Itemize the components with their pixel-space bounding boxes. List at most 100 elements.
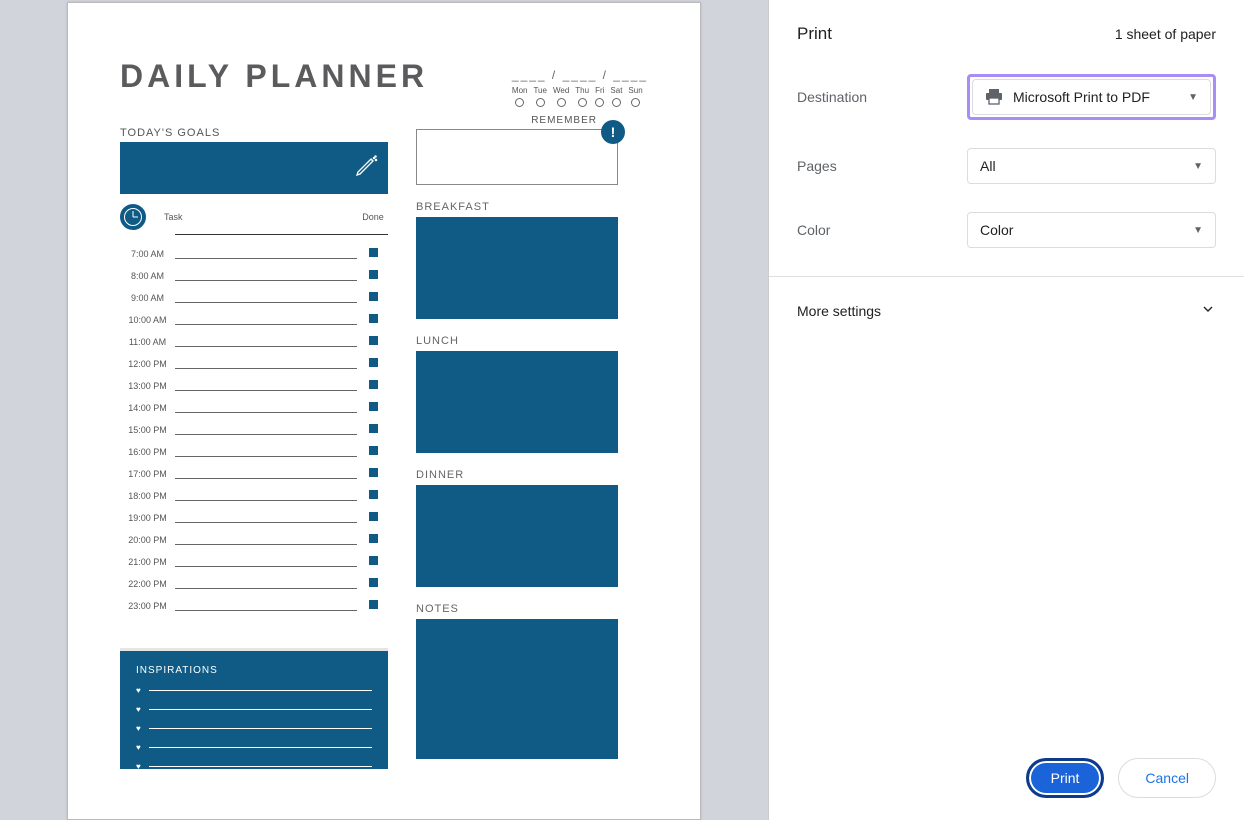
- destination-value: Microsoft Print to PDF: [1013, 89, 1150, 105]
- time-label: 14:00 PM: [120, 403, 175, 413]
- done-checkbox: [369, 380, 378, 389]
- done-checkbox: [369, 358, 378, 367]
- schedule-row: 21:00 PM: [120, 545, 388, 567]
- pages-value: All: [980, 158, 996, 174]
- schedule-row: 10:00 AM: [120, 303, 388, 325]
- task-line: [175, 311, 357, 325]
- more-settings-toggle[interactable]: More settings: [797, 301, 1216, 332]
- done-checkbox: [369, 292, 378, 301]
- schedule-row: 16:00 PM: [120, 435, 388, 457]
- done-checkbox: [369, 402, 378, 411]
- done-checkbox: [369, 512, 378, 521]
- day-label: Sat: [610, 86, 622, 95]
- task-line: [175, 377, 357, 391]
- goals-box: [120, 142, 388, 194]
- day-checkbox: [557, 98, 566, 107]
- destination-highlight: Microsoft Print to PDF ▼: [967, 74, 1216, 120]
- day-checkbox: [515, 98, 524, 107]
- time-label: 8:00 AM: [120, 271, 175, 281]
- destination-select[interactable]: Microsoft Print to PDF ▼: [972, 79, 1211, 115]
- breakfast-label: BREAKFAST: [416, 201, 618, 213]
- date-block: ____ / ____ / ____ Mon Tue Wed Thu Fri S…: [512, 68, 648, 107]
- task-line: [175, 289, 357, 303]
- schedule-row: 20:00 PM: [120, 523, 388, 545]
- done-checkbox: [369, 578, 378, 587]
- task-line: [175, 267, 357, 281]
- printer-icon: [985, 89, 1003, 105]
- done-checkbox: [369, 336, 378, 345]
- schedule-row: 13:00 PM: [120, 369, 388, 391]
- breakfast-box: [416, 217, 618, 319]
- schedule-row: 7:00 AM: [120, 237, 388, 259]
- day-checkbox: [595, 98, 604, 107]
- done-checkbox: [369, 490, 378, 499]
- time-label: 11:00 AM: [120, 337, 175, 347]
- schedule-row: 14:00 PM: [120, 391, 388, 413]
- print-dialog: Print 1 sheet of paper Destination Micro…: [768, 0, 1244, 820]
- task-line: [175, 333, 357, 347]
- schedule-row: 18:00 PM: [120, 479, 388, 501]
- day-checkbox: [612, 98, 621, 107]
- day-label: Thu: [575, 86, 589, 95]
- day-label: Tue: [533, 86, 547, 95]
- task-line: [175, 509, 357, 523]
- schedule-row: 23:00 PM: [120, 589, 388, 611]
- lunch-label: LUNCH: [416, 335, 618, 347]
- chevron-down-icon: ▼: [1193, 161, 1203, 172]
- heart-icon: ♥: [136, 743, 141, 752]
- pages-label: Pages: [797, 158, 967, 174]
- schedule-row: 15:00 PM: [120, 413, 388, 435]
- heart-icon: ♥: [136, 724, 141, 733]
- task-header: Task: [160, 212, 358, 222]
- schedule-row: 9:00 AM: [120, 281, 388, 303]
- task-line: [175, 245, 357, 259]
- chevron-down-icon: [1200, 301, 1216, 320]
- day-label: Sun: [628, 86, 642, 95]
- alert-icon: !: [601, 120, 625, 144]
- time-label: 13:00 PM: [120, 381, 175, 391]
- task-line: [175, 399, 357, 413]
- lunch-box: [416, 351, 618, 453]
- print-title: Print: [797, 24, 832, 44]
- color-label: Color: [797, 222, 967, 238]
- print-button[interactable]: Print: [1026, 758, 1105, 798]
- day-checkbox: [536, 98, 545, 107]
- done-checkbox: [369, 314, 378, 323]
- task-line: [175, 421, 357, 435]
- time-label: 18:00 PM: [120, 491, 175, 501]
- cancel-button[interactable]: Cancel: [1118, 758, 1216, 798]
- heart-icon: ♥: [136, 705, 141, 714]
- done-checkbox: [369, 556, 378, 565]
- notes-label: NOTES: [416, 603, 618, 615]
- time-label: 20:00 PM: [120, 535, 175, 545]
- schedule-row: 12:00 PM: [120, 347, 388, 369]
- time-label: 10:00 AM: [120, 315, 175, 325]
- notes-box: [416, 619, 618, 759]
- done-header: Done: [358, 212, 388, 222]
- clock-icon: [120, 204, 146, 230]
- planner-title: DAILY PLANNER: [120, 58, 428, 95]
- done-checkbox: [369, 468, 378, 477]
- task-line: [175, 597, 357, 611]
- task-line: [175, 531, 357, 545]
- task-line: [175, 575, 357, 589]
- done-checkbox: [369, 424, 378, 433]
- pages-select[interactable]: All ▼: [967, 148, 1216, 184]
- done-checkbox: [369, 534, 378, 543]
- document-preview: DAILY PLANNER ____ / ____ / ____ Mon Tue…: [67, 2, 701, 820]
- time-label: 23:00 PM: [120, 601, 175, 611]
- task-line: [175, 465, 357, 479]
- day-label: Mon: [512, 86, 528, 95]
- time-label: 9:00 AM: [120, 293, 175, 303]
- inspirations-label: INSPIRATIONS: [136, 665, 372, 676]
- sheet-count: 1 sheet of paper: [1115, 26, 1216, 42]
- time-label: 16:00 PM: [120, 447, 175, 457]
- color-select[interactable]: Color ▼: [967, 212, 1216, 248]
- time-label: 22:00 PM: [120, 579, 175, 589]
- remember-label: REMEMBER: [531, 115, 597, 126]
- pencil-icon: [354, 154, 378, 184]
- done-checkbox: [369, 270, 378, 279]
- task-line: [175, 355, 357, 369]
- dinner-box: [416, 485, 618, 587]
- task-line: [175, 553, 357, 567]
